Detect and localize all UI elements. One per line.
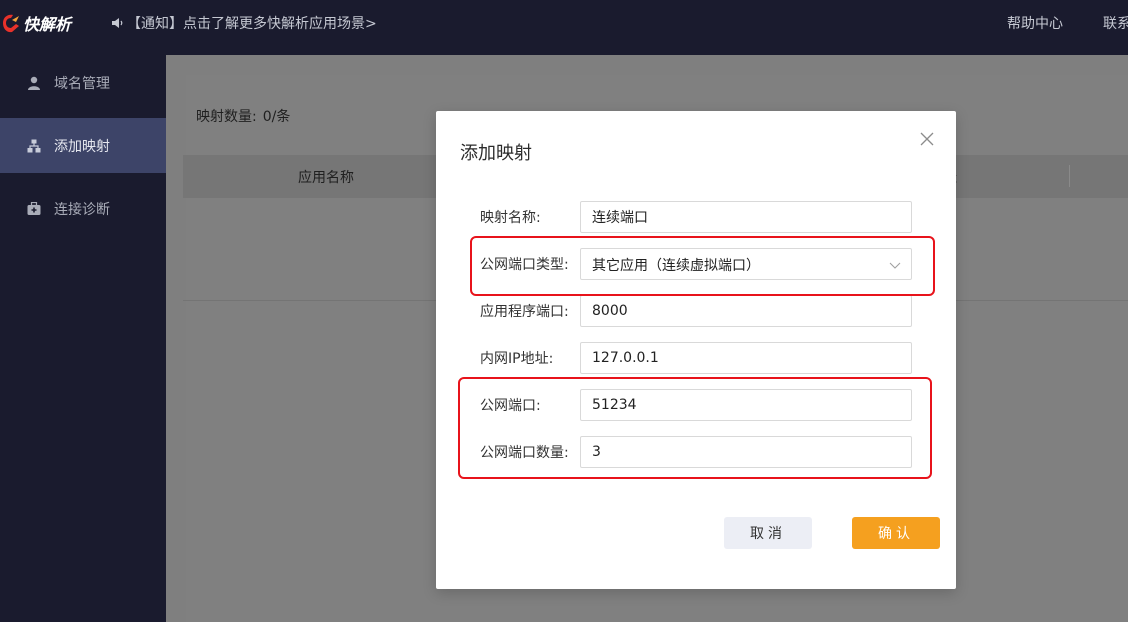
sidebar-item-domain-management[interactable]: 域名管理: [0, 55, 166, 110]
highlight-box-port-type: [470, 236, 935, 296]
close-icon[interactable]: [919, 131, 935, 147]
sidebar-item-label: 添加映射: [54, 138, 110, 155]
lan-ip-input[interactable]: [580, 342, 912, 374]
sidebar-item-label: 域名管理: [54, 75, 110, 92]
mapping-name-input[interactable]: [580, 201, 912, 233]
sidebar-item-connection-diagnosis[interactable]: 连接诊断: [0, 181, 166, 236]
lan-ip-label: 内网IP地址:: [480, 351, 554, 367]
sidebar: 域名管理 添加映射 连接诊断: [0, 55, 166, 622]
contact-link[interactable]: 联系: [1103, 13, 1128, 33]
mapping-count-value: 0/条: [262, 109, 291, 125]
user-icon: [28, 76, 40, 90]
sidebar-item-add-mapping[interactable]: 添加映射: [0, 118, 166, 173]
mapping-name-label: 映射名称:: [480, 210, 541, 226]
notice-banner[interactable]: 【通知】点击了解更多快解析应用场景>: [111, 13, 377, 33]
app-port-label: 应用程序端口:: [480, 304, 569, 320]
form-row-app-port: 应用程序端口:: [480, 295, 912, 327]
logo[interactable]: 快解析: [0, 12, 71, 34]
notice-text: 【通知】点击了解更多快解析应用场景>: [127, 16, 377, 32]
form-row-mapping-name: 映射名称:: [480, 201, 912, 233]
top-bar: 快解析 【通知】点击了解更多快解析应用场景> 帮助中心 联系: [0, 0, 1128, 55]
form-row-lan-ip: 内网IP地址:: [480, 342, 912, 374]
mapping-count: 映射数量: 0/条: [196, 106, 290, 126]
cancel-button[interactable]: 取消: [724, 517, 812, 549]
speaker-icon: [112, 18, 123, 28]
column-header-app-name: 应用名称: [298, 170, 354, 186]
dialog-title: 添加映射: [460, 143, 532, 164]
app-port-input[interactable]: [580, 295, 912, 327]
sitemap-icon: [27, 139, 41, 152]
help-center-link[interactable]: 帮助中心: [1007, 13, 1063, 33]
highlight-box-public-port: [458, 377, 932, 479]
sidebar-item-label: 连接诊断: [54, 201, 110, 218]
logo-icon: [3, 14, 19, 33]
mapping-count-label: 映射数量:: [196, 109, 257, 125]
add-mapping-dialog: 添加映射 映射名称: 公网端口类型: 其它应用（连续虚拟端口） 应用程序端口: …: [436, 111, 956, 589]
medkit-icon: [27, 201, 41, 215]
logo-text: 快解析: [23, 15, 72, 34]
column-divider: [1069, 165, 1070, 187]
confirm-button[interactable]: 确认: [852, 517, 940, 549]
